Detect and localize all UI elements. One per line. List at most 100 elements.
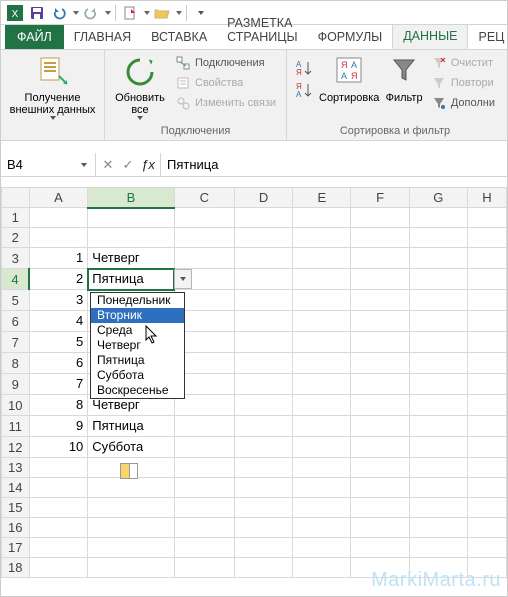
cell-H1[interactable] (467, 208, 506, 228)
cell-B1[interactable] (88, 208, 174, 228)
cell-B15[interactable] (88, 498, 174, 518)
cell-E13[interactable] (293, 458, 351, 478)
col-header-H[interactable]: H (467, 188, 506, 208)
cell-F6[interactable] (351, 311, 409, 332)
dropdown-option[interactable]: Пятница (91, 353, 184, 368)
formula-input[interactable] (161, 153, 507, 176)
cell-E4[interactable] (293, 269, 351, 290)
cell-A5[interactable]: 3 (29, 290, 88, 311)
cell-E6[interactable] (293, 311, 351, 332)
cell-F8[interactable] (351, 353, 409, 374)
cell-C4[interactable] (174, 269, 234, 290)
row-header-2[interactable]: 2 (2, 228, 30, 248)
cell-A2[interactable] (29, 228, 88, 248)
row-header-9[interactable]: 9 (2, 374, 30, 395)
tab-insert[interactable]: ВСТАВКА (141, 26, 217, 49)
cell-B16[interactable] (88, 518, 174, 538)
sort-desc-icon[interactable]: ЯA (293, 80, 315, 100)
cell-A8[interactable]: 6 (29, 353, 88, 374)
row-header-7[interactable]: 7 (2, 332, 30, 353)
row-header-18[interactable]: 18 (2, 558, 30, 578)
reapply-button[interactable]: Повтори (429, 74, 497, 92)
dropdown-option[interactable]: Четверг (91, 338, 184, 353)
cell-E11[interactable] (293, 416, 351, 437)
cancel-icon[interactable]: ✕ (98, 154, 118, 176)
cell-H17[interactable] (467, 538, 506, 558)
cell-D3[interactable] (234, 248, 292, 269)
sort-button[interactable]: ЯAAЯ Сортировка (317, 52, 381, 106)
col-header-F[interactable]: F (351, 188, 409, 208)
cell-D2[interactable] (234, 228, 292, 248)
properties-button[interactable]: Свойства (173, 74, 278, 92)
dropdown-option[interactable]: Воскресенье (91, 383, 184, 398)
cell-D9[interactable] (234, 374, 292, 395)
cell-H8[interactable] (467, 353, 506, 374)
advanced-button[interactable]: Дополни (429, 94, 497, 112)
cell-B12[interactable]: Суббота (88, 437, 174, 458)
tab-formulas[interactable]: ФОРМУЛЫ (308, 26, 393, 49)
cell-F16[interactable] (351, 518, 409, 538)
cell-H5[interactable] (467, 290, 506, 311)
cell-A15[interactable] (29, 498, 88, 518)
connections-button[interactable]: Подключения (173, 54, 278, 72)
cell-F1[interactable] (351, 208, 409, 228)
cell-G12[interactable] (409, 437, 467, 458)
cell-F10[interactable] (351, 395, 409, 416)
cell-G15[interactable] (409, 498, 467, 518)
cell-F2[interactable] (351, 228, 409, 248)
cell-G9[interactable] (409, 374, 467, 395)
cell-E12[interactable] (293, 437, 351, 458)
undo-icon[interactable] (49, 3, 69, 23)
autofill-options-icon[interactable] (120, 463, 138, 479)
cell-G4[interactable] (409, 269, 467, 290)
cell-F9[interactable] (351, 374, 409, 395)
cell-A12[interactable]: 10 (29, 437, 88, 458)
dropdown-option[interactable]: Суббота (91, 368, 184, 383)
cell-H16[interactable] (467, 518, 506, 538)
cell-G2[interactable] (409, 228, 467, 248)
cell-C17[interactable] (174, 538, 234, 558)
cell-E2[interactable] (293, 228, 351, 248)
open-dropdown-icon[interactable] (176, 11, 182, 15)
dropdown-option[interactable]: Среда (91, 323, 184, 338)
row-header-16[interactable]: 16 (2, 518, 30, 538)
filter-button[interactable]: Фильтр (381, 52, 426, 106)
cell-E16[interactable] (293, 518, 351, 538)
cell-A17[interactable] (29, 538, 88, 558)
cell-H12[interactable] (467, 437, 506, 458)
cell-E3[interactable] (293, 248, 351, 269)
cell-A13[interactable] (29, 458, 88, 478)
dropdown-option[interactable]: Вторник (91, 308, 184, 323)
cell-D6[interactable] (234, 311, 292, 332)
cell-C16[interactable] (174, 518, 234, 538)
cell-E18[interactable] (293, 558, 351, 578)
cell-D4[interactable] (234, 269, 292, 290)
redo-icon[interactable] (81, 3, 101, 23)
cell-G10[interactable] (409, 395, 467, 416)
tab-review[interactable]: РЕЦ (468, 26, 508, 49)
cell-H11[interactable] (467, 416, 506, 437)
row-header-14[interactable]: 14 (2, 478, 30, 498)
cell-F11[interactable] (351, 416, 409, 437)
cell-B17[interactable] (88, 538, 174, 558)
cell-A3[interactable]: 1 (29, 248, 88, 269)
cell-G7[interactable] (409, 332, 467, 353)
cell-A16[interactable] (29, 518, 88, 538)
cell-B3[interactable]: Четверг (88, 248, 174, 269)
cell-A4[interactable]: 2 (29, 269, 88, 290)
tab-file[interactable]: ФАЙЛ (5, 25, 64, 49)
edit-links-button[interactable]: Изменить связи (173, 94, 278, 112)
cell-G14[interactable] (409, 478, 467, 498)
row-header-11[interactable]: 11 (2, 416, 30, 437)
cell-H10[interactable] (467, 395, 506, 416)
new-icon[interactable] (120, 3, 140, 23)
row-header-5[interactable]: 5 (2, 290, 30, 311)
cell-D5[interactable] (234, 290, 292, 311)
cell-C13[interactable] (174, 458, 234, 478)
cell-G17[interactable] (409, 538, 467, 558)
tab-home[interactable]: ГЛАВНАЯ (64, 26, 141, 49)
cell-C18[interactable] (174, 558, 234, 578)
cell-C1[interactable] (174, 208, 234, 228)
select-all-corner[interactable] (2, 188, 30, 208)
cell-E15[interactable] (293, 498, 351, 518)
